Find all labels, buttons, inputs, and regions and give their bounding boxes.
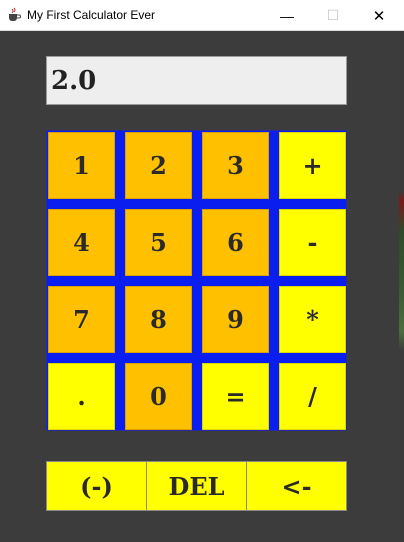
key-6[interactable]: 6 [202,209,269,276]
negate-button[interactable]: (-) [47,462,147,510]
key-7[interactable]: 7 [48,286,115,353]
maximize-button[interactable]: ☐ [310,0,356,31]
key-3[interactable]: 3 [202,132,269,199]
title-bar: My First Calculator Ever — ☐ ✕ [0,0,404,31]
key-5[interactable]: 5 [125,209,192,276]
key-decimal[interactable]: . [48,363,115,430]
key-8[interactable]: 8 [125,286,192,353]
backspace-button[interactable]: <- [247,462,346,510]
key-1[interactable]: 1 [48,132,115,199]
keypad: 1 2 3 + 4 5 6 - 7 8 9 * . 0 = / [46,130,347,431]
minimize-button[interactable]: — [264,0,310,31]
key-4[interactable]: 4 [48,209,115,276]
background-window-edge [399,31,404,542]
function-row: (-) DEL <- [46,461,347,511]
calculator-display: 2.0 [46,56,347,105]
key-0[interactable]: 0 [125,363,192,430]
key-plus[interactable]: + [279,132,346,199]
close-button[interactable]: ✕ [356,0,402,31]
key-equals[interactable]: = [202,363,269,430]
key-divide[interactable]: / [279,363,346,430]
window-title: My First Calculator Ever [27,8,156,22]
delete-button[interactable]: DEL [147,462,247,510]
key-minus[interactable]: - [279,209,346,276]
key-2[interactable]: 2 [125,132,192,199]
key-multiply[interactable]: * [279,286,346,353]
key-9[interactable]: 9 [202,286,269,353]
java-cup-icon [9,7,21,21]
